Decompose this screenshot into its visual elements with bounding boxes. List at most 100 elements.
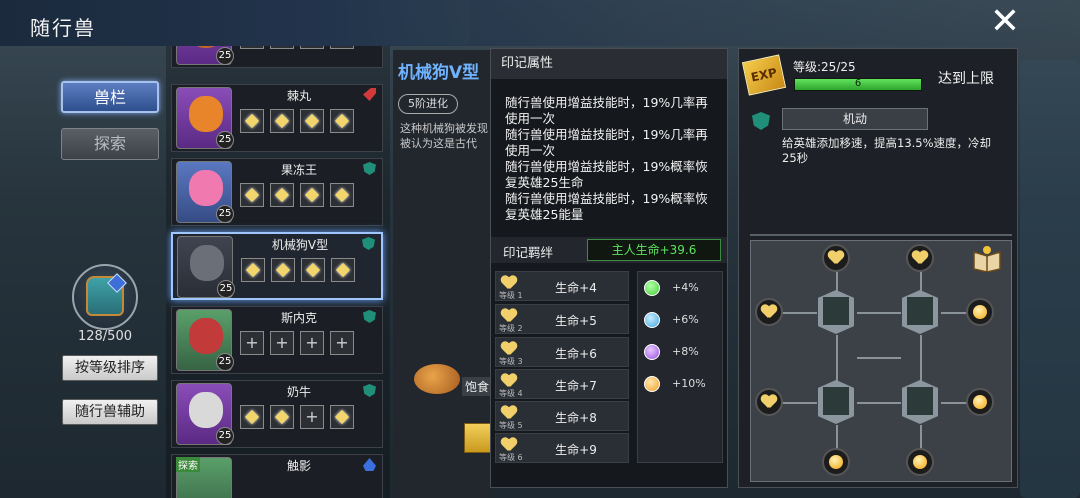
level-progress-bar: 6	[794, 78, 922, 91]
imprint-slot-filled[interactable]	[240, 46, 264, 49]
pet-name: 触影	[286, 459, 311, 473]
pet-name: 机械狗V型	[271, 238, 329, 252]
imprint-socket[interactable]	[902, 380, 938, 424]
pet-list-item[interactable]: 25	[171, 46, 383, 68]
shield-badge-icon	[363, 310, 376, 323]
heart-icon	[501, 342, 517, 356]
heart-icon	[761, 395, 777, 409]
imprint-slot-filled[interactable]	[330, 109, 354, 133]
tab-pen[interactable]: 兽栏	[61, 81, 159, 113]
pet-level: 25	[216, 47, 234, 65]
imprint-slot-empty[interactable]	[330, 331, 354, 355]
pet-list-item[interactable]: 25 奶牛	[171, 380, 383, 448]
imprint-slot-filled[interactable]	[300, 46, 324, 49]
imprint-slot-filled[interactable]	[301, 258, 325, 282]
life-bonus-row: 等级 6 生命+9	[495, 433, 629, 463]
pet-list[interactable]: 25 25 棘丸 25 果冻王 25 机械狗V型 25 斯内克 + + + + …	[166, 46, 390, 498]
imprint-slot-empty[interactable]	[300, 405, 324, 429]
pet-list-item[interactable]: 25 果冻王	[171, 158, 383, 226]
evolution-tag: 5阶进化	[398, 94, 458, 114]
orange-gem-icon	[644, 376, 660, 392]
imprint-gem-icon	[907, 297, 933, 325]
life-bonus-row: 等级 4 生命+7	[495, 369, 629, 399]
imprint-slots	[240, 183, 354, 207]
skill-name[interactable]: 机动	[782, 108, 928, 130]
gold-orb-node[interactable]	[906, 448, 934, 476]
imprint-slot-empty[interactable]	[240, 331, 264, 355]
pet-sprite	[189, 392, 223, 428]
imprint-effect-line: 随行兽使用增益技能时，19%概率恢复英雄25能量	[505, 191, 708, 222]
heart-node[interactable]	[906, 244, 934, 272]
bond-value: 主人生命+39.6	[587, 239, 721, 261]
pet-name: 果冻王	[280, 163, 317, 177]
imprint-slot-filled[interactable]	[270, 183, 294, 207]
imprint-slot-filled[interactable]	[241, 258, 265, 282]
imprint-slot-filled[interactable]	[271, 258, 295, 282]
pet-list-item[interactable]: 25 斯内克	[171, 306, 383, 374]
imprint-socket[interactable]	[818, 380, 854, 424]
purple-gem-icon	[644, 344, 660, 360]
gem-bonus-row: +6%	[644, 310, 718, 330]
heart-icon	[828, 251, 844, 265]
imprint-header: 印记属性	[491, 49, 727, 79]
imprint-socket[interactable]	[818, 290, 854, 334]
imprint-slot-filled[interactable]	[270, 405, 294, 429]
title-bar	[0, 0, 1080, 46]
heart-icon	[912, 251, 928, 265]
imprint-slots	[241, 258, 355, 282]
pet-list-item[interactable]: 25 棘丸	[171, 84, 383, 152]
imprint-slot-filled[interactable]	[330, 405, 354, 429]
imprint-slot-empty[interactable]	[300, 331, 324, 355]
level-progress-text: 6	[854, 78, 862, 89]
skill-description: 给英雄添加移速，提高13.5%速度，冷却25秒	[782, 136, 992, 165]
life-bonus-value: 生命+4	[555, 281, 597, 295]
heart-node[interactable]	[755, 388, 783, 416]
exploring-tag: 探索	[176, 457, 200, 472]
imprint-slot-filled[interactable]	[240, 405, 264, 429]
gold-orb-node[interactable]	[966, 388, 994, 416]
pet-level: 25	[217, 280, 235, 298]
blue-gem-icon	[644, 312, 660, 328]
imprint-socket[interactable]	[902, 290, 938, 334]
imprint-slots	[240, 331, 354, 355]
guide-book-icon[interactable]	[972, 244, 1002, 272]
imprint-slot-filled[interactable]	[270, 46, 294, 49]
imprint-slot-filled[interactable]	[300, 109, 324, 133]
tab-explore[interactable]: 探索	[61, 128, 159, 160]
imprint-slot-filled[interactable]	[330, 183, 354, 207]
imprint-slot-filled[interactable]	[240, 109, 264, 133]
imprint-slot-filled[interactable]	[270, 109, 294, 133]
imprint-slot-empty[interactable]	[270, 331, 294, 355]
imprint-bond-row: 印记羁绊 主人生命+39.6	[491, 237, 727, 263]
imprint-gem-icon	[907, 387, 933, 415]
pet-sprite	[189, 170, 223, 206]
sort-by-level-button[interactable]: 按等级排序	[62, 355, 158, 381]
pet-assist-button[interactable]: 随行兽辅助	[62, 399, 158, 425]
imprint-effect-line: 随行兽使用增益技能时，19%几率再使用一次	[505, 127, 708, 158]
heart-node[interactable]	[755, 298, 783, 326]
imprint-slot-filled[interactable]	[331, 258, 355, 282]
max-level-label: 达到上限	[938, 71, 994, 87]
shield-badge-icon	[363, 384, 376, 397]
imprint-effects: 随行兽使用增益技能时，19%几率再使用一次 随行兽使用增益技能时，19%几率再使…	[505, 95, 717, 223]
life-bonus-value: 生命+7	[555, 379, 597, 393]
heart-icon	[501, 309, 517, 323]
pet-list-item-selected[interactable]: 25 机械狗V型	[171, 232, 383, 300]
life-bonus-value: 生命+5	[555, 314, 597, 328]
pet-list-item[interactable]: 探索 触影	[171, 454, 383, 498]
shield-badge-icon	[363, 162, 376, 175]
imprint-slots	[240, 109, 354, 133]
imprint-slot-filled[interactable]	[330, 46, 354, 49]
satiety-label: 饱食	[462, 377, 493, 396]
heart-node[interactable]	[822, 244, 850, 272]
imprint-slot-filled[interactable]	[240, 183, 264, 207]
gold-orb-node[interactable]	[822, 448, 850, 476]
close-button[interactable]: ✕	[988, 4, 1022, 40]
imprint-tree	[750, 240, 1012, 482]
gold-orb-node[interactable]	[966, 298, 994, 326]
roast-chicken-icon[interactable]	[414, 364, 460, 394]
imprint-slot-filled[interactable]	[300, 183, 324, 207]
gem-bonus-row: +4%	[644, 278, 718, 298]
green-gem-icon	[644, 280, 660, 296]
life-bonus-row: 等级 1 生命+4	[495, 271, 629, 301]
